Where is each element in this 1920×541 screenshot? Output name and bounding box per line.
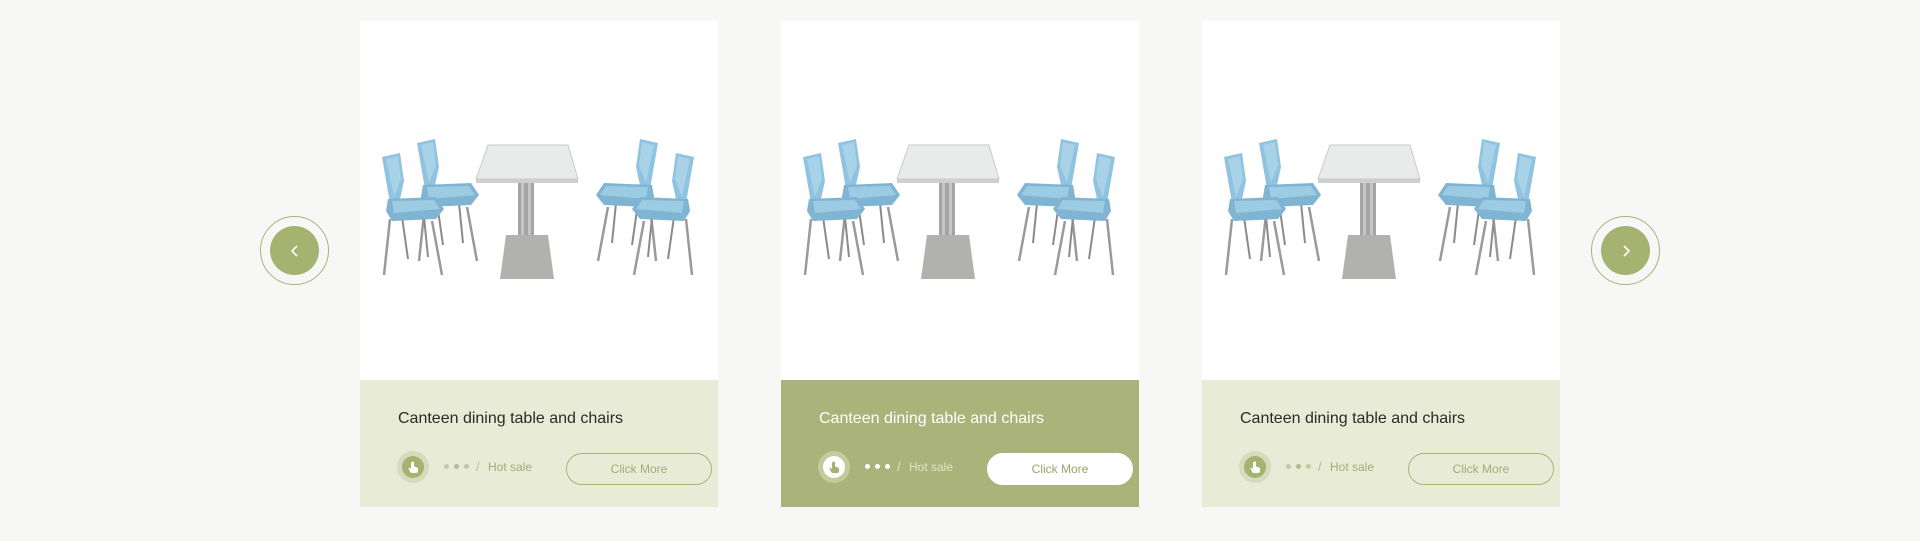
click-more-button[interactable]: Click More: [987, 453, 1133, 485]
separator: /: [476, 459, 480, 474]
dots-decoration: [444, 464, 469, 469]
product-title: Canteen dining table and chairs: [1240, 410, 1466, 427]
hand-pointer-icon: [1239, 451, 1271, 483]
product-title: Canteen dining table and chairs: [819, 410, 1045, 427]
product-title: Canteen dining table and chairs: [398, 410, 624, 427]
product-card-info: Canteen dining table and chairs / Hot sa…: [360, 380, 718, 507]
product-carousel: Canteen dining table and chairs / Hot sa…: [0, 0, 1920, 541]
product-card-active[interactable]: Canteen dining table and chairs / Hot sa…: [781, 21, 1139, 507]
click-more-button[interactable]: Click More: [566, 453, 712, 485]
product-card[interactable]: Canteen dining table and chairs / Hot sa…: [1202, 21, 1560, 507]
chevron-right-icon: [1622, 244, 1630, 257]
dots-decoration: [1286, 464, 1311, 469]
carousel-prev-button-circle: [270, 226, 319, 275]
product-card-info: Canteen dining table and chairs / Hot sa…: [1202, 380, 1560, 507]
carousel-next-button-circle: [1601, 226, 1650, 275]
product-card[interactable]: Canteen dining table and chairs / Hot sa…: [360, 21, 718, 507]
carousel-prev-button[interactable]: [260, 216, 329, 285]
product-image: [360, 21, 718, 380]
hot-sale-tag: Hot sale: [1330, 460, 1375, 474]
product-card-info: Canteen dining table and chairs / Hot sa…: [781, 380, 1139, 507]
hot-sale-tag: Hot sale: [488, 460, 533, 474]
carousel-next-button[interactable]: [1591, 216, 1660, 285]
chevron-left-icon: [290, 244, 298, 257]
separator: /: [897, 459, 901, 474]
separator: /: [1318, 459, 1322, 474]
hand-pointer-icon: [818, 451, 850, 483]
product-image: [1202, 21, 1560, 380]
hot-sale-tag: Hot sale: [909, 460, 954, 474]
hand-pointer-icon: [397, 451, 429, 483]
product-image: [781, 21, 1139, 380]
dots-decoration: [865, 464, 890, 469]
click-more-button[interactable]: Click More: [1408, 453, 1554, 485]
